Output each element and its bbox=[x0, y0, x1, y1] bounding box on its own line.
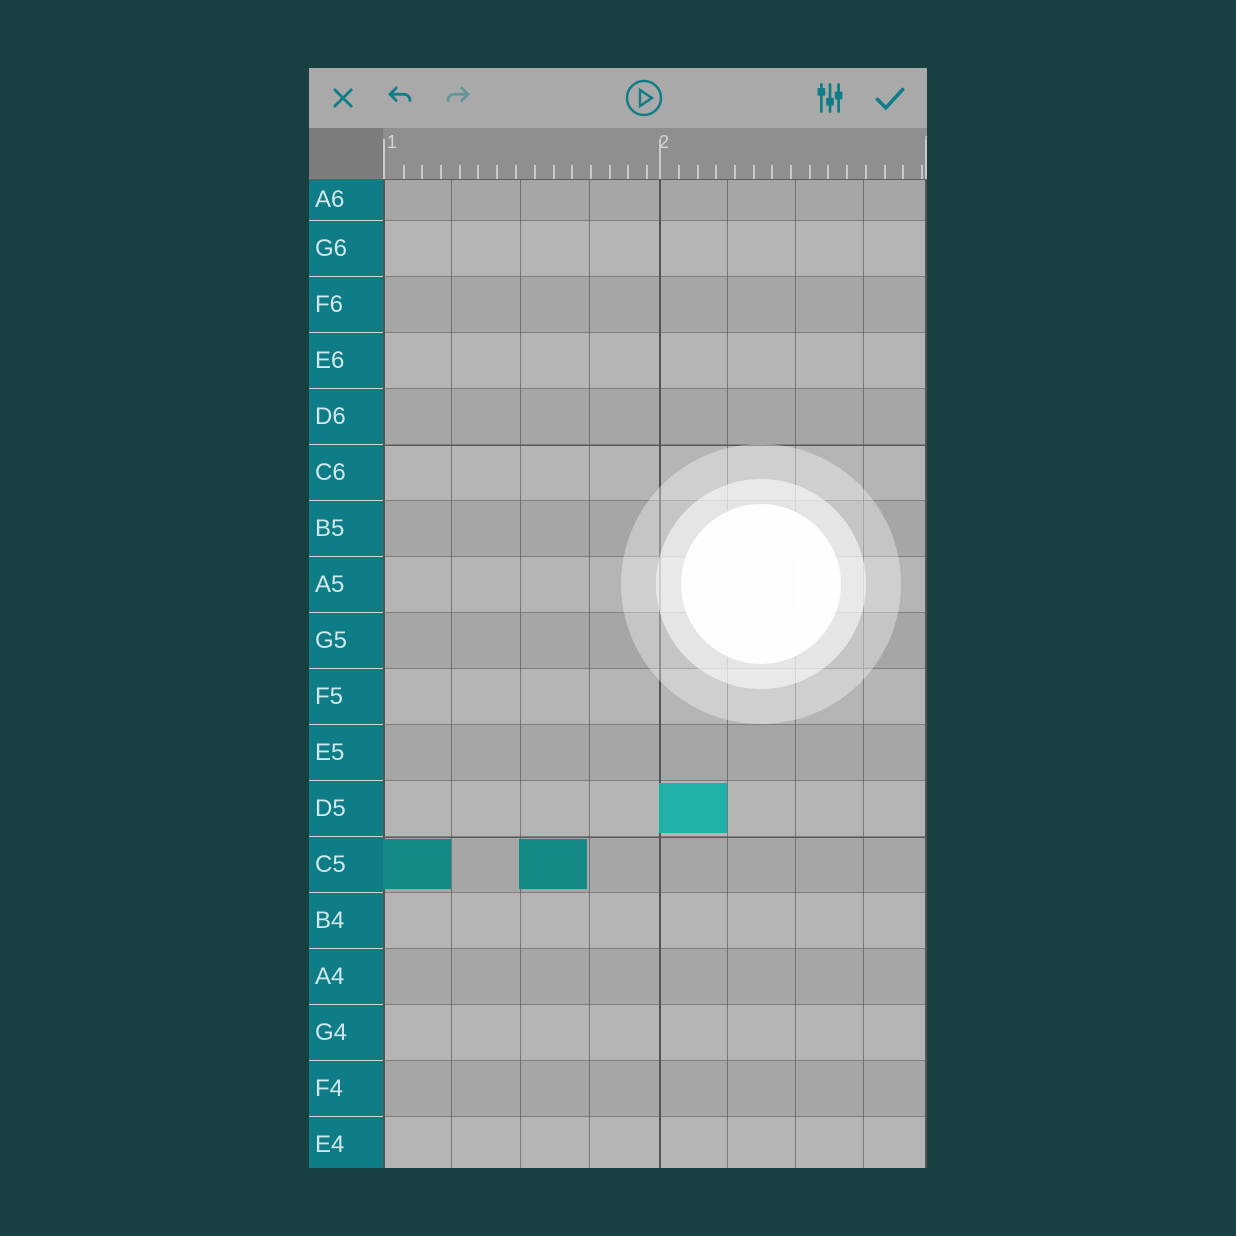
toolbar bbox=[309, 68, 927, 128]
ruler-tick bbox=[753, 165, 755, 179]
piano-key[interactable]: G4 bbox=[309, 1004, 383, 1060]
ruler-tick bbox=[646, 165, 648, 179]
ruler-tick bbox=[921, 165, 923, 179]
grid-rows[interactable] bbox=[383, 180, 927, 1168]
undo-button[interactable] bbox=[385, 83, 415, 113]
piano-key[interactable]: A4 bbox=[309, 948, 383, 1004]
grid-row[interactable] bbox=[383, 444, 927, 500]
ruler-tick bbox=[534, 165, 536, 179]
ruler-tick bbox=[477, 165, 479, 179]
ruler-tick bbox=[571, 165, 573, 179]
note-block[interactable] bbox=[383, 839, 451, 889]
grid-row[interactable] bbox=[383, 1116, 927, 1168]
ruler-tick bbox=[678, 165, 680, 179]
ruler-tick bbox=[925, 139, 927, 179]
ruler-tick bbox=[827, 165, 829, 179]
piano-key[interactable]: D6 bbox=[309, 388, 383, 444]
grid-row[interactable] bbox=[383, 948, 927, 1004]
bar-label: 1 bbox=[387, 132, 397, 153]
grid-row[interactable] bbox=[383, 556, 927, 612]
piano-key[interactable]: E6 bbox=[309, 332, 383, 388]
note-block[interactable] bbox=[727, 559, 795, 609]
grid-row[interactable] bbox=[383, 1004, 927, 1060]
checkmark-icon bbox=[873, 84, 907, 112]
close-icon bbox=[329, 84, 357, 112]
piano-key[interactable]: F4 bbox=[309, 1060, 383, 1116]
grid-row[interactable] bbox=[383, 1060, 927, 1116]
piano-key[interactable]: B5 bbox=[309, 500, 383, 556]
ruler-tick bbox=[884, 165, 886, 179]
note-block[interactable] bbox=[659, 783, 727, 833]
ruler-tick bbox=[553, 165, 555, 179]
piano-key[interactable]: G6 bbox=[309, 220, 383, 276]
grid-row[interactable] bbox=[383, 892, 927, 948]
ruler-tick bbox=[403, 165, 405, 179]
ruler-tick bbox=[865, 165, 867, 179]
ruler-tick bbox=[383, 139, 385, 179]
piano-key[interactable]: C6 bbox=[309, 444, 383, 500]
piano-key[interactable]: A5 bbox=[309, 556, 383, 612]
piano-roll-editor: 122 A6G6F6E6D6C6B5A5G5F5E5D5C5B4A4G4F4E4… bbox=[309, 68, 927, 1168]
ruler-tick bbox=[421, 165, 423, 179]
ruler-tick bbox=[809, 165, 811, 179]
mixer-button[interactable] bbox=[815, 82, 845, 114]
grid-row[interactable] bbox=[383, 220, 927, 276]
piano-key-column: A6G6F6E6D6C6B5A5G5F5E5D5C5B4A4G4F4E4D4 bbox=[309, 180, 383, 1168]
grid-row[interactable] bbox=[383, 276, 927, 332]
done-button[interactable] bbox=[873, 84, 907, 112]
ruler-tick bbox=[697, 165, 699, 179]
ruler-tick bbox=[440, 165, 442, 179]
piano-key[interactable]: E4 bbox=[309, 1116, 383, 1168]
timeline-ruler[interactable]: 122 bbox=[309, 128, 927, 180]
ruler-corner bbox=[309, 128, 383, 179]
ruler-tick bbox=[459, 165, 461, 179]
piano-key[interactable]: D5 bbox=[309, 780, 383, 836]
mixer-icon bbox=[815, 82, 845, 114]
piano-key[interactable]: C5 bbox=[309, 836, 383, 892]
piano-key[interactable]: A6 bbox=[309, 180, 383, 220]
piano-key[interactable]: F6 bbox=[309, 276, 383, 332]
grid-row[interactable] bbox=[383, 836, 927, 892]
ruler-tick bbox=[790, 165, 792, 179]
piano-key[interactable]: E5 bbox=[309, 724, 383, 780]
ruler-tick bbox=[902, 165, 904, 179]
ruler-tick bbox=[771, 165, 773, 179]
close-button[interactable] bbox=[329, 84, 357, 112]
ruler-tick bbox=[659, 139, 661, 179]
note-block[interactable] bbox=[519, 839, 587, 889]
play-button[interactable] bbox=[624, 78, 664, 118]
ruler-tick bbox=[627, 165, 629, 179]
ruler-tick bbox=[515, 165, 517, 179]
ruler-tick bbox=[590, 165, 592, 179]
ruler-tick bbox=[734, 165, 736, 179]
piano-key[interactable]: F5 bbox=[309, 668, 383, 724]
note-grid[interactable]: A6G6F6E6D6C6B5A5G5F5E5D5C5B4A4G4F4E4D4 bbox=[309, 180, 927, 1168]
redo-button[interactable] bbox=[443, 83, 473, 113]
redo-icon bbox=[443, 83, 473, 113]
piano-key[interactable]: B4 bbox=[309, 892, 383, 948]
grid-row[interactable] bbox=[383, 668, 927, 724]
undo-icon bbox=[385, 83, 415, 113]
grid-row[interactable] bbox=[383, 612, 927, 668]
grid-row[interactable] bbox=[383, 180, 927, 220]
ruler-tick bbox=[609, 165, 611, 179]
play-icon bbox=[624, 78, 664, 118]
ruler-tick bbox=[846, 165, 848, 179]
grid-row[interactable] bbox=[383, 388, 927, 444]
grid-row[interactable] bbox=[383, 724, 927, 780]
grid-row[interactable] bbox=[383, 780, 927, 836]
piano-key[interactable]: G5 bbox=[309, 612, 383, 668]
ruler-tick bbox=[496, 165, 498, 179]
grid-row[interactable] bbox=[383, 500, 927, 556]
grid-row[interactable] bbox=[383, 332, 927, 388]
ruler-tick bbox=[715, 165, 717, 179]
